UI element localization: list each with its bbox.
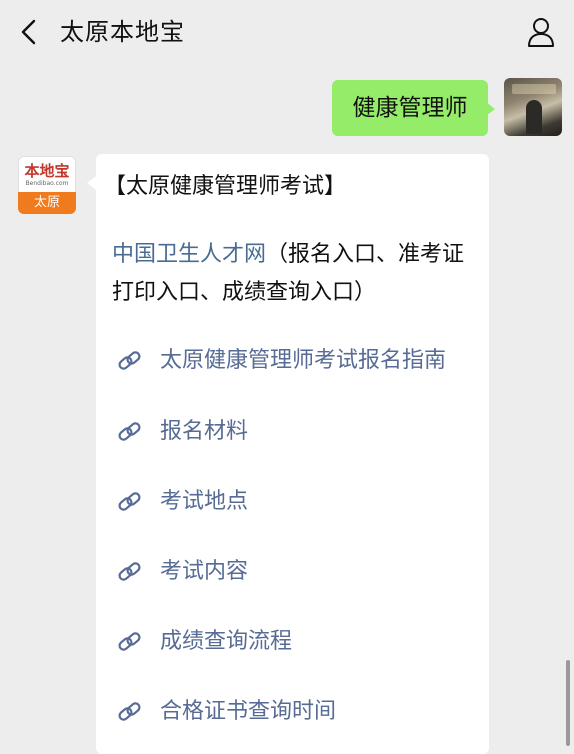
link-item-score-query[interactable]: 成绩查询流程	[116, 624, 486, 660]
link-label: 报名材料	[160, 419, 249, 444]
chevron-left-icon[interactable]	[18, 18, 40, 46]
official-account-avatar[interactable]: 本地宝 Bendibao.com 太原	[18, 156, 76, 214]
link-item-registration-guide[interactable]: 太原健康管理师考试报名指南	[116, 343, 486, 379]
avatar-light-stripe	[512, 84, 556, 94]
chat-title: 太原本地宝	[60, 18, 185, 46]
link-label: 成绩查询流程	[160, 629, 293, 654]
link-icon	[118, 632, 141, 651]
link-icon	[118, 562, 141, 581]
self-avatar[interactable]	[504, 78, 562, 136]
health-talent-site-link[interactable]: 中国卫生人才网	[112, 242, 266, 267]
link-item-certificate-query[interactable]: 合格证书查询时间	[116, 694, 486, 730]
link-icon	[118, 492, 141, 511]
avatar-figure	[526, 100, 542, 134]
link-label: 考试地点	[160, 489, 249, 514]
person-icon[interactable]	[526, 16, 556, 48]
outgoing-bubble-tail	[486, 102, 495, 116]
incoming-bubble-tail	[87, 176, 96, 190]
link-label: 太原健康管理师考试报名指南	[160, 348, 447, 373]
link-icon	[118, 422, 141, 441]
top-bar: 太原本地宝	[0, 0, 574, 64]
message-heading: 【太原健康管理师考试】	[104, 174, 347, 199]
link-icon	[118, 351, 141, 370]
link-item-registration-materials[interactable]: 报名材料	[116, 414, 486, 450]
logo-subtext: Bendibao.com	[25, 180, 69, 187]
link-label: 合格证书查询时间	[160, 699, 337, 724]
logo-city-label: 太原	[18, 192, 76, 214]
link-item-exam-content[interactable]: 考试内容	[116, 554, 486, 590]
scrollbar[interactable]	[566, 660, 570, 746]
outgoing-message-bubble[interactable]: 健康管理师	[332, 80, 488, 136]
message-intro: 中国卫生人才网（报名入口、准考证打印入口、成绩查询入口）	[112, 236, 482, 312]
link-item-exam-location[interactable]: 考试地点	[116, 484, 486, 520]
link-icon	[118, 702, 141, 721]
link-label: 考试内容	[160, 559, 249, 584]
logo-text: 本地宝	[24, 162, 70, 180]
